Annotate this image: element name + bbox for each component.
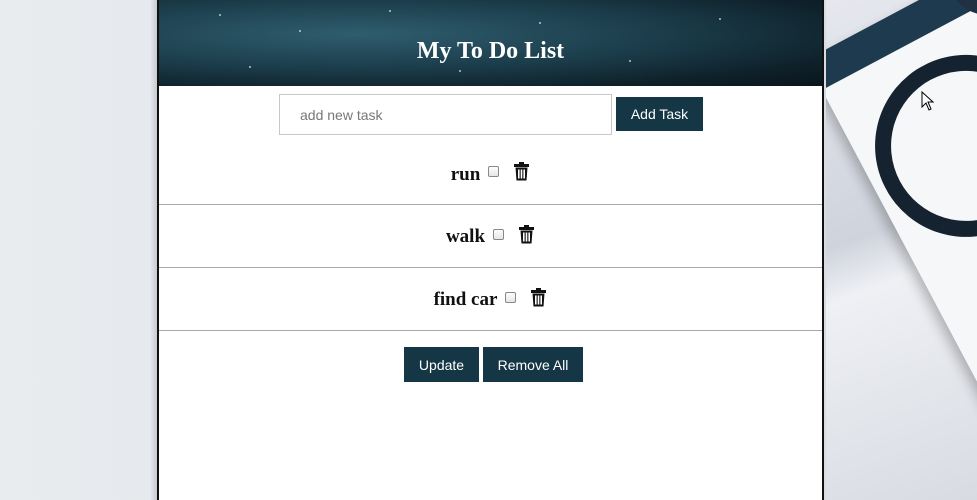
header: My To Do List — [159, 0, 822, 86]
new-task-input[interactable] — [279, 94, 612, 135]
task-item: find car — [159, 268, 822, 331]
update-button[interactable]: Update — [404, 347, 479, 382]
task-checkbox[interactable] — [505, 291, 517, 303]
todo-card: My To Do List Add Task run walk — [157, 0, 824, 500]
task-label: run — [450, 163, 481, 185]
mouse-cursor-icon — [921, 91, 935, 111]
task-checkbox[interactable] — [493, 228, 505, 240]
task-checkbox[interactable] — [488, 166, 500, 177]
task-label: find car — [433, 289, 498, 310]
task-item: walk — [159, 205, 822, 268]
trash-icon[interactable] — [530, 287, 547, 307]
add-task-button[interactable]: Add Task — [616, 97, 703, 131]
task-label: walk — [445, 226, 486, 247]
trash-icon[interactable] — [513, 162, 530, 181]
background-image — [826, 0, 977, 500]
trash-icon[interactable] — [518, 224, 535, 244]
page-title: My To Do List — [416, 38, 565, 64]
remove-all-button[interactable]: Remove All — [483, 347, 583, 382]
book-decoration — [826, 0, 977, 500]
task-list: run walk find car — [159, 143, 822, 331]
new-task-form: Add Task — [279, 94, 709, 135]
task-item: run — [159, 143, 822, 205]
